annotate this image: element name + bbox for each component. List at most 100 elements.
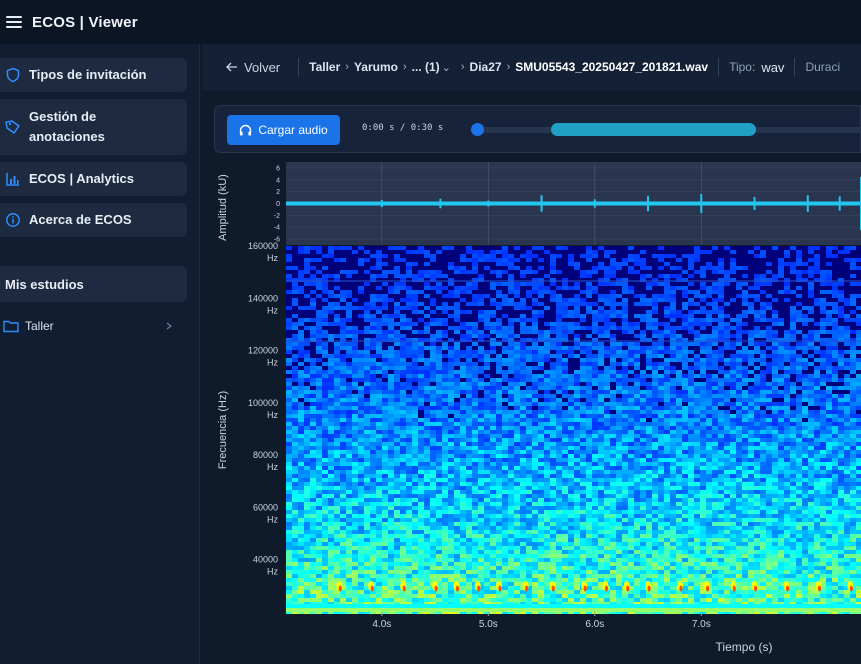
spectrogram-cell: [760, 442, 766, 446]
spectrogram-cell: [736, 494, 742, 498]
spectrogram-cell: [316, 310, 322, 314]
spectrogram-cell: [412, 358, 418, 362]
spectrogram-cell: [400, 482, 406, 486]
spectrogram-cell: [844, 342, 850, 346]
spectrogram-cell: [466, 282, 472, 286]
spectrogram-cell: [700, 450, 706, 454]
spectrogram-cell: [286, 438, 292, 442]
spectrogram-cell: [478, 410, 484, 414]
spectrogram-cell: [520, 474, 526, 478]
spectrogram-cell: [286, 446, 292, 450]
breadcrumb-item[interactable]: Yarumo: [354, 60, 398, 74]
chevron-right-icon[interactable]: [165, 322, 173, 330]
spectrogram-cell: [844, 394, 850, 398]
spectrogram-cell: [394, 498, 400, 502]
spectrogram-cell: [472, 498, 478, 502]
spectrogram-cell: [520, 438, 526, 442]
breadcrumb-item[interactable]: Taller: [309, 60, 340, 74]
spectrogram-cell: [826, 438, 832, 442]
spectrogram-cell: [784, 386, 790, 390]
spectrogram-cell: [694, 442, 700, 446]
tree-item-taller[interactable]: Taller: [0, 314, 187, 338]
sidebar-item-acerca[interactable]: Acerca de ECOS: [0, 203, 187, 237]
menu-icon[interactable]: [6, 16, 22, 28]
spectrogram-cell: [790, 290, 796, 294]
spectrogram-cell: [814, 398, 820, 402]
spectrogram-cell: [538, 386, 544, 390]
spectrogram-cell: [748, 410, 754, 414]
spectrogram-cell: [646, 318, 652, 322]
spectrogram-cell: [784, 434, 790, 438]
spectrogram-cell: [592, 474, 598, 478]
spectrogram-cell: [772, 498, 778, 502]
spectrogram-cell: [562, 378, 568, 382]
spectrogram-cell: [850, 342, 856, 346]
spectrogram-cell: [766, 442, 772, 446]
load-audio-button[interactable]: Cargar audio: [227, 115, 340, 145]
spectrogram-cell: [760, 482, 766, 486]
spectrogram-cell: [850, 330, 856, 334]
spectrogram-cell: [634, 410, 640, 414]
spectrogram-cell: [748, 406, 754, 410]
breadcrumb-item[interactable]: ... (1): [412, 60, 440, 74]
spectrogram-cell: [520, 502, 526, 506]
spectrogram-cell: [502, 414, 508, 418]
spectrogram-cell: [700, 286, 706, 290]
progress-segment[interactable]: [551, 123, 756, 136]
spectrogram-cell: [634, 346, 640, 350]
spectrogram-cell: [670, 318, 676, 322]
spectrogram-cell: [838, 250, 844, 254]
spectrogram-cell: [784, 286, 790, 290]
spectrogram-cell: [676, 490, 682, 494]
spectrogram-cell: [754, 406, 760, 410]
spectrogram-cell: [406, 482, 412, 486]
spectrogram-cell: [628, 454, 634, 458]
spectrogram-cell: [328, 490, 334, 494]
spectrogram-cell: [628, 286, 634, 290]
spectrogram-cell: [784, 398, 790, 402]
spectrogram-cell: [670, 470, 676, 474]
spectrogram-cell: [856, 494, 861, 498]
spectrogram-cell: [688, 382, 694, 386]
spectrogram-cell: [532, 378, 538, 382]
spectrogram-cell: [358, 418, 364, 422]
spectrogram-cell: [472, 374, 478, 378]
spectrogram-cell: [646, 302, 652, 306]
chevron-down-icon[interactable]: ⌄: [442, 61, 451, 74]
spectrogram-cell: [622, 382, 628, 386]
spectrogram-cell: [838, 482, 844, 486]
spectrogram-cell: [496, 458, 502, 462]
breadcrumb-item[interactable]: Dia27: [470, 60, 502, 74]
spectrogram-cell: [334, 354, 340, 358]
spectrogram-cell: [436, 450, 442, 454]
spectrogram-cell: [640, 502, 646, 506]
spectrogram-cell: [292, 422, 298, 426]
spectrogram-cell: [844, 458, 850, 462]
spectrogram-cell: [394, 458, 400, 462]
spectrogram-cell: [484, 446, 490, 450]
spectrogram-cell: [460, 482, 466, 486]
spectrogram-cell: [424, 458, 430, 462]
progress-knob[interactable]: [471, 123, 484, 136]
back-button[interactable]: Volver: [226, 60, 280, 75]
spectrogram-cell: [688, 434, 694, 438]
spectrogram-cell: [556, 410, 562, 414]
spectrogram-cell: [640, 378, 646, 382]
spectrogram-cell: [826, 342, 832, 346]
spectrogram-cell: [682, 486, 688, 490]
spectrogram-cell: [574, 470, 580, 474]
sidebar-item-gestion-anotaciones[interactable]: Gestión de anotaciones: [0, 99, 187, 155]
spectrogram-cell: [832, 394, 838, 398]
sidebar-item-analytics[interactable]: ECOS | Analytics: [0, 162, 187, 196]
spectrogram-cell: [832, 322, 838, 326]
spectrogram-cell: [454, 382, 460, 386]
spectrogram-cell: [766, 414, 772, 418]
spectrogram-cell: [706, 342, 712, 346]
spectrogram-cell: [646, 474, 652, 478]
spectrogram-cell: [700, 274, 706, 278]
spectrogram-cell: [298, 482, 304, 486]
sidebar-item-tipos-invitacion[interactable]: Tipos de invitación: [0, 58, 187, 92]
spectrogram-cell: [748, 286, 754, 290]
spectrogram-cell: [580, 406, 586, 410]
spectrogram-cell: [634, 422, 640, 426]
